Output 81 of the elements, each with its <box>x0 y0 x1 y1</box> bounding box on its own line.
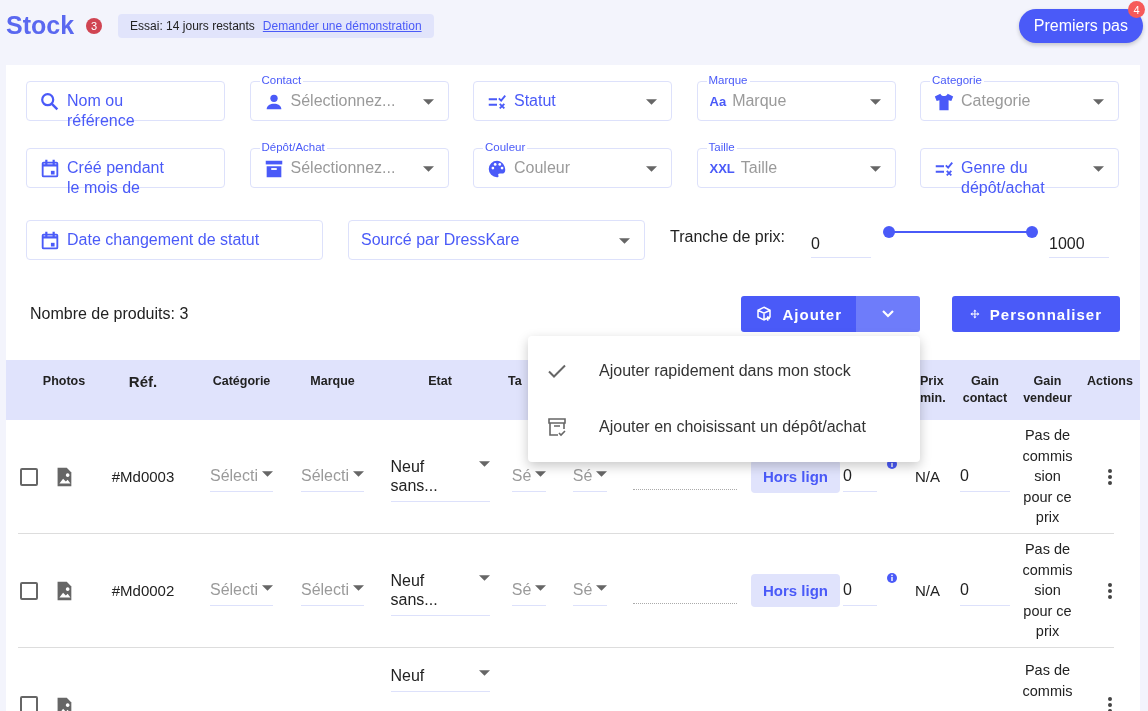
table-cell: N/A <box>915 582 940 599</box>
caret-icon <box>478 575 490 581</box>
column-header[interactable]: Gain vendeur <box>1015 373 1080 407</box>
caret-icon <box>262 585 273 591</box>
info-icon[interactable] <box>887 573 897 583</box>
search-icon <box>39 91 61 113</box>
palette-icon <box>486 158 508 180</box>
price-field[interactable]: 0 <box>843 575 877 606</box>
caret-icon <box>869 166 881 172</box>
caret-icon <box>353 585 364 591</box>
caret-icon <box>535 471 547 477</box>
select-field[interactable]: Sélecti <box>210 575 273 606</box>
select-field[interactable]: Neuf <box>390 660 490 692</box>
product-count: Nombre de produits: 3 <box>30 305 189 323</box>
row-checkbox[interactable] <box>20 581 38 600</box>
page-title: Stock <box>6 10 75 40</box>
calendar-icon <box>39 230 61 252</box>
table-cell: N/A <box>915 468 940 485</box>
row-checkbox[interactable] <box>20 696 38 711</box>
demo-link[interactable]: Demander une démonstration <box>262 19 422 33</box>
reference-text: #Md0003 <box>111 468 175 485</box>
table-cell-text: Pas de commis <box>1021 661 1074 701</box>
tshirt-icon <box>933 91 955 113</box>
select-field[interactable]: Neuf sans... <box>390 451 490 502</box>
range-slider[interactable] <box>883 226 1038 238</box>
box-plus-icon <box>754 305 773 323</box>
caret-icon <box>1093 166 1104 172</box>
caret-icon <box>596 471 608 477</box>
more-icon[interactable] <box>1107 467 1113 486</box>
caret-icon <box>869 99 881 105</box>
caret-icon <box>478 670 490 676</box>
count-badge: 4 <box>1128 1 1145 18</box>
select-field[interactable]: Sélecti <box>210 461 273 492</box>
slider-handle[interactable] <box>883 226 895 238</box>
status-chip[interactable]: Hors lign <box>751 574 840 607</box>
caret-icon <box>1093 99 1104 105</box>
select-field[interactable]: Sé <box>511 575 547 606</box>
menu-item[interactable]: Ajouter rapidement dans mon stock <box>528 343 920 399</box>
caret-icon <box>422 166 434 172</box>
caret-icon <box>422 99 434 105</box>
status-chip[interactable]: Hors lign <box>751 460 840 493</box>
caret-icon <box>353 471 364 477</box>
reference-text: #Md0002 <box>111 582 175 599</box>
row-checkbox[interactable] <box>20 467 38 486</box>
caret-icon <box>478 461 490 467</box>
max-price-field[interactable]: 1000 <box>1049 232 1109 258</box>
gain-field[interactable]: 0 <box>960 575 1010 606</box>
archive-check-icon <box>545 415 569 439</box>
column-header[interactable]: Photos <box>42 373 86 390</box>
caret-icon <box>596 585 608 591</box>
price-range-label: Tranche de prix: <box>670 228 785 246</box>
slider-handle[interactable] <box>1026 226 1038 238</box>
menu-item[interactable]: Ajouter en choisissant un dépôt/achat <box>528 399 920 455</box>
column-header[interactable]: Gain contact <box>955 373 1015 407</box>
min-price-field[interactable]: 0 <box>811 232 871 258</box>
customize-button[interactable]: Personnaliser <box>952 296 1120 332</box>
more-icon[interactable] <box>1107 581 1113 600</box>
caret-icon <box>619 238 630 244</box>
caret-icon <box>646 99 657 105</box>
more-icon[interactable] <box>1107 696 1113 711</box>
caret-icon <box>535 585 547 591</box>
column-header[interactable]: Prix min. <box>920 373 952 407</box>
table-cell-text: Pas de commission pour ce prix <box>1021 540 1074 642</box>
column-header[interactable]: Actions <box>1087 373 1133 390</box>
calendar-icon <box>39 158 61 180</box>
column-header[interactable]: Catégorie <box>212 373 271 390</box>
caret-icon <box>262 471 273 477</box>
add-button[interactable]: Ajouter <box>740 296 856 332</box>
column-header[interactable]: Marque <box>310 373 355 390</box>
column-header[interactable]: Ta <box>508 373 522 390</box>
column-header[interactable]: Etat <box>428 373 452 390</box>
select-field[interactable]: Sé <box>572 575 608 606</box>
select-field[interactable]: Neuf sans... <box>390 565 490 616</box>
select-field[interactable]: Sélecti <box>301 575 364 606</box>
gain-field[interactable]: 0 <box>960 461 1010 492</box>
table-cell-text: Pas de commission pour ce prix <box>1021 426 1074 528</box>
trial-text: Essai: 14 jours restants <box>130 19 255 33</box>
notification-badge: 3 <box>86 18 103 34</box>
caret-icon <box>646 166 657 172</box>
column-header[interactable]: Réf. <box>128 373 158 390</box>
select-field[interactable]: Sélecti <box>301 461 364 492</box>
